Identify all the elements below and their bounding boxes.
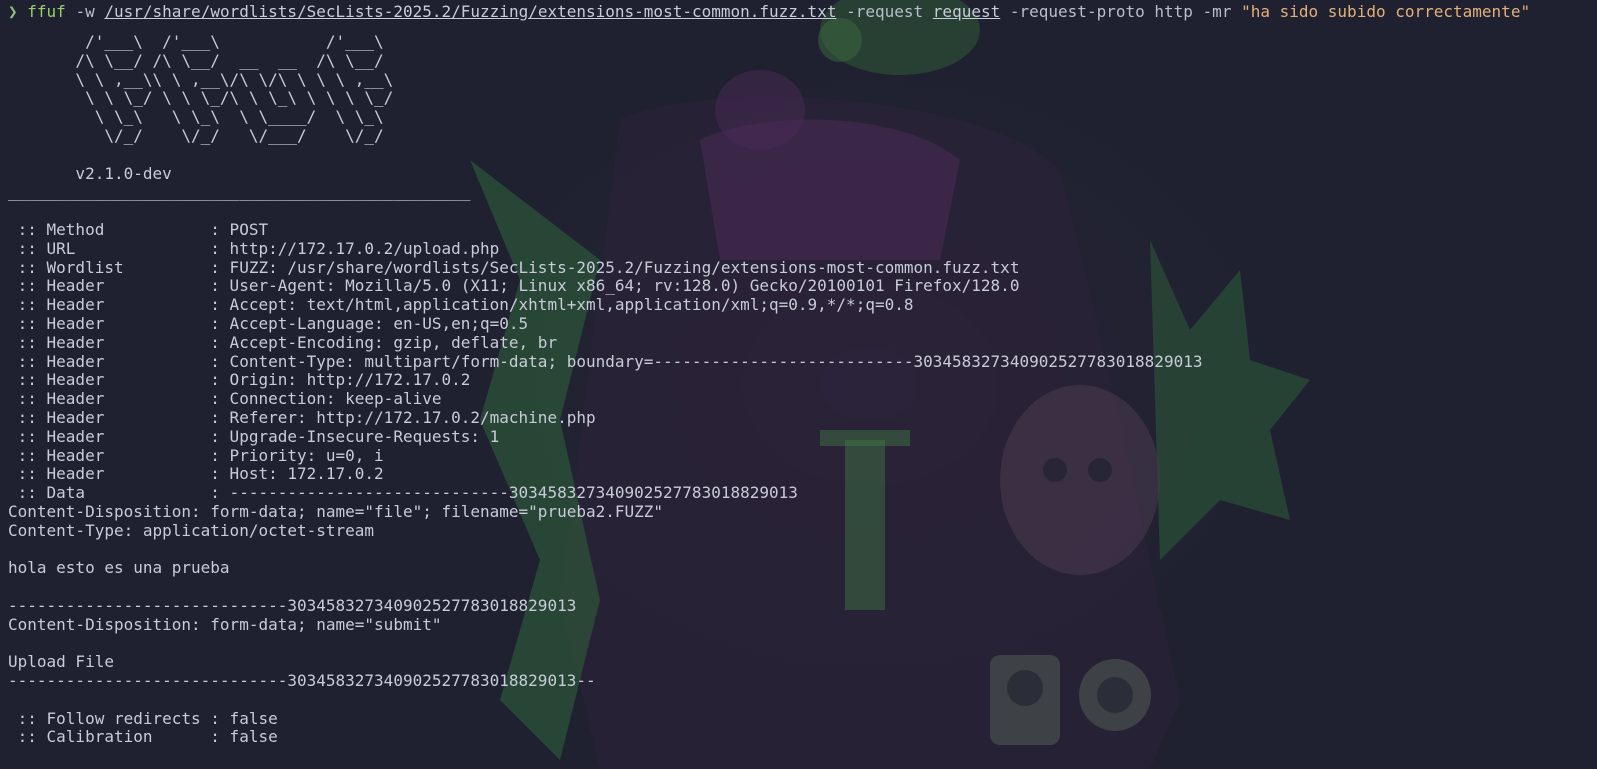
config-header: :: Header : Priority: u=0, i <box>8 445 384 465</box>
command-line[interactable]: ❯ ffuf -w /usr/share/wordlists/SecLists-… <box>8 1 1597 23</box>
request-file-link[interactable]: request <box>933 2 1000 21</box>
config-wordlist: :: Wordlist : FUZZ: /usr/share/wordlists… <box>8 257 1020 277</box>
config-header: :: Header : Accept: text/html,applicatio… <box>8 295 914 315</box>
flag-request-proto: -request-proto <box>1009 2 1145 21</box>
config-header: :: Header : Accept-Encoding: gzip, defla… <box>8 332 558 352</box>
config-header: :: Header : Referer: http://172.17.0.2/m… <box>8 407 596 427</box>
version-label: v2.1.0-dev <box>8 163 172 183</box>
prompt-arrow-icon: ❯ <box>8 2 18 21</box>
option-calibration: :: Calibration : false <box>8 727 278 747</box>
body-line <box>8 541 1597 560</box>
body-line: Content-Disposition: form-data; name="fi… <box>8 501 664 521</box>
ffuf-banner: /'___\ /'___\ /'___\ /\ \__/ /\ \__/ __ … <box>8 32 1597 146</box>
separator-line: ________________________________________… <box>8 182 471 202</box>
flag-request: -request <box>846 2 924 21</box>
body-line <box>8 635 1597 654</box>
request-body: Content-Disposition: form-data; name="fi… <box>8 501 1597 710</box>
banner-line: /\ \__/ /\ \__/ __ __ /\ \__/ <box>8 50 384 70</box>
config-header: :: Header : Upgrade-Insecure-Requests: 1 <box>8 426 500 446</box>
terminal-output: ❯ ffuf -w /usr/share/wordlists/SecLists-… <box>8 1 1597 747</box>
match-regex-string: "ha sido subido correctamente" <box>1241 2 1531 21</box>
config-list: :: Method : POST :: URL : http://172.17.… <box>8 219 1597 503</box>
proto-value: http <box>1154 2 1193 21</box>
config-header: :: Header : Host: 172.17.0.2 <box>8 464 384 484</box>
command-name: ffuf <box>27 2 66 21</box>
config-header: :: Header : Connection: keep-alive <box>8 389 442 409</box>
banner-line: \/_/ \/_/ \/___/ \/_/ <box>8 125 384 145</box>
body-line: -----------------------------30345832734… <box>8 671 596 691</box>
options-list: :: Follow redirects : false :: Calibrati… <box>8 708 1597 748</box>
body-line: Content-Type: application/octet-stream <box>8 520 375 540</box>
body-line: -----------------------------30345832734… <box>8 595 577 615</box>
config-method: :: Method : POST <box>8 219 269 239</box>
flag-match-regex: -mr <box>1202 2 1232 21</box>
config-header: :: Header : Origin: http://172.17.0.2 <box>8 370 471 390</box>
config-url: :: URL : http://172.17.0.2/upload.php <box>8 238 500 258</box>
banner-line: \ \ \_/ \ \ \_/\ \ \_\ \ \ \ \_/ <box>8 88 394 108</box>
banner-line: /'___\ /'___\ /'___\ <box>8 32 384 51</box>
body-line: Content-Disposition: form-data; name="su… <box>8 614 442 634</box>
option-follow-redirects: :: Follow redirects : false <box>8 708 278 728</box>
body-line: hola esto es una prueba <box>8 558 230 578</box>
body-line: Upload File <box>8 652 114 672</box>
terminal-window[interactable]: ❯ ffuf -w /usr/share/wordlists/SecLists-… <box>0 0 1597 769</box>
config-header: :: Header : Content-Type: multipart/form… <box>8 351 1203 371</box>
config-header: :: Header : User-Agent: Mozilla/5.0 (X11… <box>8 276 1020 296</box>
config-data: :: Data : -----------------------------3… <box>8 483 798 503</box>
body-line <box>8 691 1597 710</box>
banner-line: \ \ ,__\\ \ ,__\/\ \/\ \ \ \ ,__\ <box>8 69 394 89</box>
banner-line: \ \_\ \ \_\ \ \____/ \ \_\ <box>8 107 384 127</box>
config-header: :: Header : Accept-Language: en-US,en;q=… <box>8 313 529 333</box>
flag-wordlist: -w <box>75 2 95 21</box>
wordlist-path-link[interactable]: /usr/share/wordlists/SecLists-2025.2/Fuz… <box>104 2 836 21</box>
body-line <box>8 578 1597 597</box>
